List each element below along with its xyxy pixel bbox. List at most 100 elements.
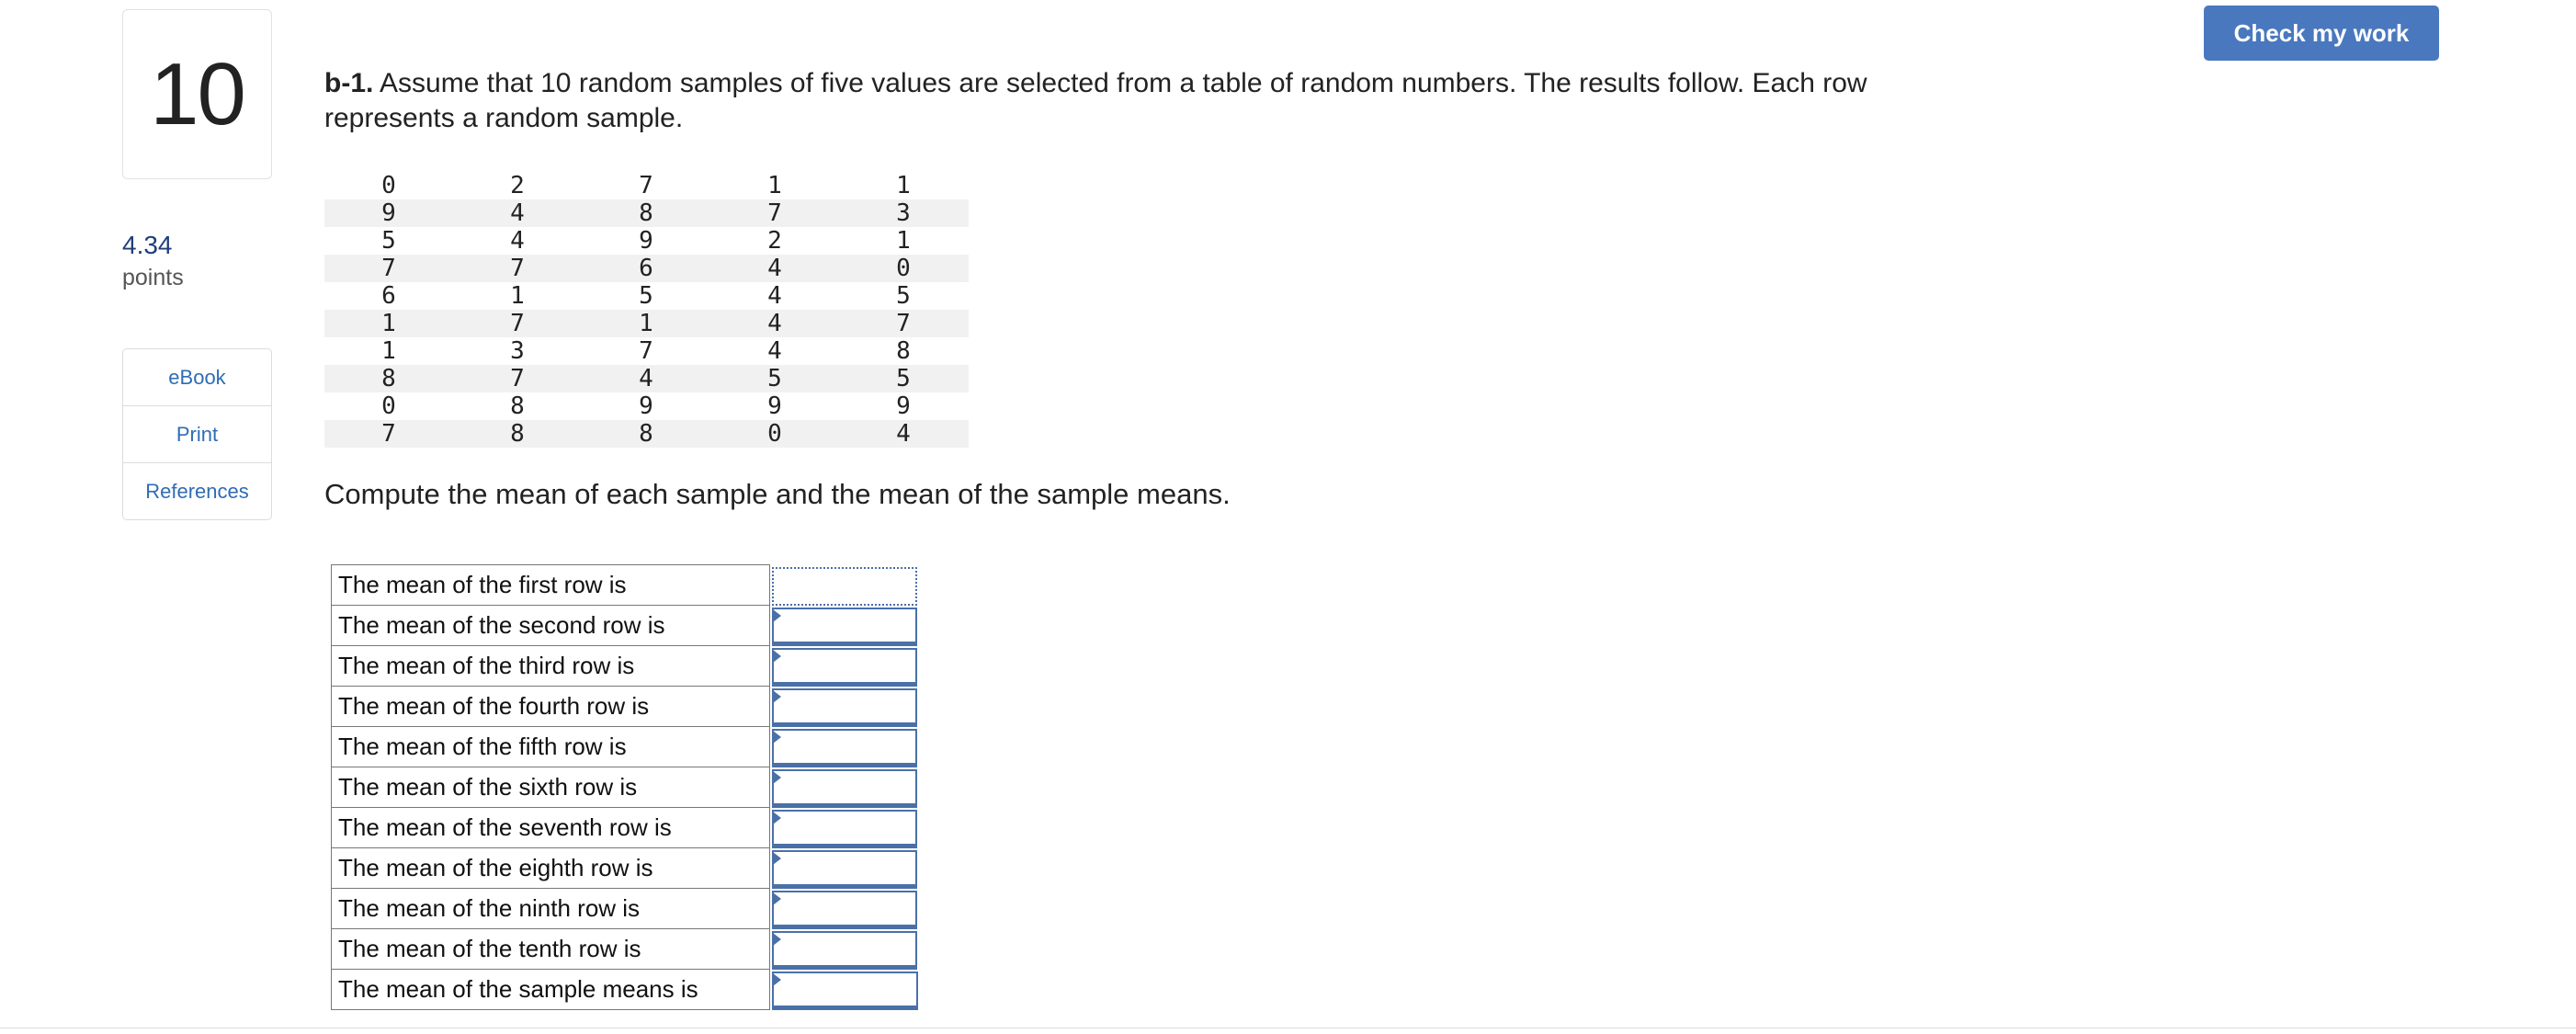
random-table-cell: 4 <box>767 255 782 282</box>
answer-label: The mean of the third row is <box>330 645 771 687</box>
random-table-cell: 4 <box>767 337 782 365</box>
random-table-cell: 0 <box>896 255 911 282</box>
random-table-row: 0 8 9 9 9 <box>324 392 969 420</box>
answer-row: The mean of the fifth row is <box>330 726 918 767</box>
random-table-cell: 3 <box>896 199 911 227</box>
random-table-cell: 7 <box>896 310 911 337</box>
random-table-cell: 2 <box>767 227 782 255</box>
input-marker-icon <box>773 770 782 784</box>
answer-cell <box>770 808 918 848</box>
answer-label: The mean of the sixth row is <box>330 767 771 808</box>
answer-label: The mean of the ninth row is <box>330 888 771 929</box>
random-table-cell: 5 <box>639 282 653 310</box>
random-table-cell: 1 <box>381 310 396 337</box>
ebook-link[interactable]: eBook <box>123 349 271 406</box>
instruction-text: Compute the mean of each sample and the … <box>324 478 1231 510</box>
random-table-cell: 8 <box>381 365 396 392</box>
random-table-cell: 6 <box>381 282 396 310</box>
random-table-row: 8 7 4 5 5 <box>324 365 969 392</box>
random-table-cell: 9 <box>639 227 653 255</box>
random-table-cell: 7 <box>381 255 396 282</box>
answer-label: The mean of the eighth row is <box>330 847 771 889</box>
answer-label: The mean of the tenth row is <box>330 928 771 970</box>
random-table-cell: 1 <box>381 337 396 365</box>
page: 10 4.34 points eBook Print References Ch… <box>0 0 2576 1034</box>
random-table-row: 7 8 8 0 4 <box>324 420 969 448</box>
random-table-cell: 1 <box>896 172 911 199</box>
answer-cell <box>770 606 918 646</box>
input-marker-icon <box>773 932 782 946</box>
answer-input[interactable] <box>772 607 917 646</box>
random-table-cell: 7 <box>639 337 653 365</box>
random-table-cell: 4 <box>767 282 782 310</box>
input-marker-icon <box>773 730 782 744</box>
random-table-cell: 4 <box>510 227 525 255</box>
random-table-cell: 8 <box>639 420 653 448</box>
input-marker-icon <box>773 811 782 824</box>
answer-row: The mean of the fourth row is <box>330 686 918 727</box>
answer-cell <box>770 848 918 889</box>
random-table-cell: 0 <box>381 172 396 199</box>
random-table-cell: 0 <box>767 420 782 448</box>
random-table-cell: 4 <box>510 199 525 227</box>
question-number: 10 <box>150 44 246 143</box>
answer-input[interactable] <box>772 768 917 808</box>
random-table-row: 6 1 5 4 5 <box>324 282 969 310</box>
references-link[interactable]: References <box>123 463 271 519</box>
random-table-cell: 4 <box>639 365 653 392</box>
random-table-cell: 3 <box>510 337 525 365</box>
random-table-cell: 9 <box>896 392 911 420</box>
input-marker-icon <box>773 851 782 865</box>
answer-cell <box>770 727 918 767</box>
answer-cell <box>770 646 918 687</box>
input-marker-icon <box>773 972 782 986</box>
random-table-cell: 4 <box>767 310 782 337</box>
answer-row: The mean of the first row is <box>330 564 918 606</box>
answer-input[interactable] <box>772 849 917 889</box>
check-my-work-button[interactable]: Check my work <box>2204 6 2439 61</box>
random-table-cell: 4 <box>896 420 911 448</box>
answer-label: The mean of the fourth row is <box>330 686 771 727</box>
random-table-cell: 8 <box>896 337 911 365</box>
answer-input[interactable] <box>772 728 917 767</box>
answer-cell <box>770 929 918 970</box>
prompt-text: Assume that 10 random samples of five va… <box>324 68 1867 133</box>
ebook-link-label: eBook <box>168 365 226 389</box>
random-table-cell: 7 <box>510 255 525 282</box>
print-link[interactable]: Print <box>123 406 271 463</box>
random-table-cell: 1 <box>510 282 525 310</box>
random-table-cell: 0 <box>381 392 396 420</box>
question-number-box: 10 <box>122 9 272 179</box>
random-table-cell: 5 <box>896 282 911 310</box>
answer-input[interactable] <box>772 890 917 929</box>
random-table-row: 1 3 7 4 8 <box>324 337 969 365</box>
answer-cell <box>770 687 918 727</box>
random-table-cell: 7 <box>639 172 653 199</box>
answer-row: The mean of the eighth row is <box>330 847 918 889</box>
input-marker-icon <box>773 689 782 703</box>
answer-input[interactable] <box>772 647 917 687</box>
answer-input[interactable] <box>772 809 917 848</box>
side-menu: eBook Print References <box>122 348 272 520</box>
random-table-cell: 7 <box>767 199 782 227</box>
random-table-cell: 7 <box>510 310 525 337</box>
question-prompt: b-1. Assume that 10 random samples of fi… <box>324 66 1979 136</box>
answer-label: The mean of the second row is <box>330 605 771 646</box>
random-table-row: 0 2 7 1 1 <box>324 172 969 199</box>
random-table-row: 5 4 9 2 1 <box>324 227 969 255</box>
answer-label: The mean of the first row is <box>330 564 771 606</box>
answer-input[interactable] <box>772 971 918 1010</box>
answer-cell <box>770 767 918 808</box>
answer-cell <box>770 565 918 606</box>
points-label: points <box>122 265 184 290</box>
random-table-row: 1 7 1 4 7 <box>324 310 969 337</box>
input-marker-icon <box>773 649 782 663</box>
random-table-cell: 1 <box>639 310 653 337</box>
answer-row: The mean of the tenth row is <box>330 928 918 970</box>
print-link-label: Print <box>176 422 219 446</box>
points-value: 4.34 <box>122 231 173 259</box>
answer-input[interactable] <box>772 687 917 727</box>
answer-row: The mean of the second row is <box>330 605 918 646</box>
answer-input[interactable] <box>772 566 917 606</box>
answer-input[interactable] <box>772 930 917 970</box>
